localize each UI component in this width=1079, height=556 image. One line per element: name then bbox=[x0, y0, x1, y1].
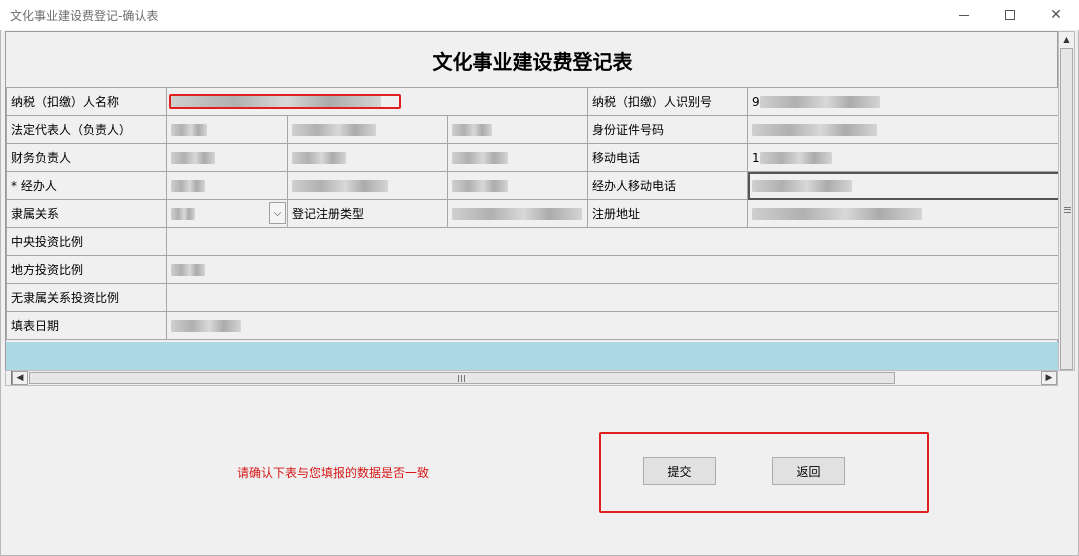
fill-date-value[interactable] bbox=[166, 311, 1060, 340]
row-label: * 经办人 bbox=[6, 171, 167, 200]
table-row: 填表日期 bbox=[6, 311, 1060, 340]
legal-rep-value[interactable] bbox=[166, 115, 288, 144]
table-row: 无隶属关系投资比例 bbox=[6, 283, 1060, 312]
vertical-scroll-thumb[interactable] bbox=[1060, 48, 1073, 370]
horizontal-scrollbar[interactable]: ◀ ▶ bbox=[5, 370, 1058, 386]
row-label: 纳税（扣缴）人识别号 bbox=[587, 87, 748, 116]
unaffiliated-investment-value[interactable] bbox=[166, 283, 1060, 312]
scroll-up-icon[interactable]: ▲ bbox=[1059, 32, 1074, 47]
title-bar: 文化事业建设费登记-确认表 ✕ bbox=[0, 0, 1079, 30]
empty-row-band bbox=[6, 342, 1059, 371]
row-label: 法定代表人（负责人） bbox=[6, 115, 167, 144]
window-client-area: 文化事业建设费登记表 纳税（扣缴）人名称 纳税（扣缴）人识别号 9 法定代表人（… bbox=[0, 30, 1079, 556]
scroll-left-icon[interactable]: ◀ bbox=[12, 371, 28, 385]
handler-value-2[interactable] bbox=[287, 171, 448, 200]
address-value[interactable] bbox=[747, 199, 1060, 228]
row-label: 登记注册类型 bbox=[287, 199, 448, 228]
affiliation-select[interactable]: ⌵ bbox=[166, 199, 288, 228]
back-button[interactable]: 返回 bbox=[772, 457, 845, 485]
row-label: 地方投资比例 bbox=[6, 255, 167, 284]
maximize-icon[interactable] bbox=[987, 0, 1033, 30]
finance-head-value-3[interactable] bbox=[447, 143, 588, 172]
row-label: 中央投资比例 bbox=[6, 227, 167, 256]
row-label: 身份证件号码 bbox=[587, 115, 748, 144]
vertical-scrollbar[interactable]: ▲ bbox=[1058, 31, 1075, 371]
horizontal-scroll-thumb[interactable] bbox=[29, 372, 895, 384]
handler-value[interactable] bbox=[166, 171, 288, 200]
handler-value-3[interactable] bbox=[447, 171, 588, 200]
table-row: * 经办人 经办人移动电话 bbox=[6, 171, 1060, 200]
id-number-value[interactable] bbox=[747, 115, 1060, 144]
row-label: 隶属关系 bbox=[6, 199, 167, 228]
form-title: 文化事业建设费登记表 bbox=[432, 50, 633, 74]
table-row: 隶属关系 ⌵ 登记注册类型 注册地址 bbox=[6, 199, 1060, 228]
legal-rep-value-2[interactable] bbox=[287, 115, 448, 144]
table-row: 地方投资比例 bbox=[6, 255, 1060, 284]
submit-button[interactable]: 提交 bbox=[643, 457, 716, 485]
row-label: 注册地址 bbox=[587, 199, 748, 228]
window-title: 文化事业建设费登记-确认表 bbox=[10, 9, 159, 23]
row-label: 移动电话 bbox=[587, 143, 748, 172]
table-row: 财务负责人 移动电话 1 bbox=[6, 143, 1060, 172]
minimize-icon[interactable] bbox=[941, 0, 987, 30]
finance-head-value-2[interactable] bbox=[287, 143, 448, 172]
close-icon[interactable]: ✕ bbox=[1033, 0, 1079, 30]
row-label: 纳税（扣缴）人名称 bbox=[6, 87, 167, 116]
row-label: 无隶属关系投资比例 bbox=[6, 283, 167, 312]
confirm-message: 请确认下表与您填报的数据是否一致 bbox=[237, 466, 430, 480]
legal-rep-value-3[interactable] bbox=[447, 115, 588, 144]
chevron-down-icon[interactable]: ⌵ bbox=[269, 202, 286, 224]
name-highlight-frame bbox=[169, 94, 401, 109]
table-row: 中央投资比例 bbox=[6, 227, 1060, 256]
table-row: 法定代表人（负责人） 身份证件号码 bbox=[6, 115, 1060, 144]
finance-head-value[interactable] bbox=[166, 143, 288, 172]
row-label: 财务负责人 bbox=[6, 143, 167, 172]
local-investment-value[interactable] bbox=[166, 255, 1060, 284]
scroll-right-icon[interactable]: ▶ bbox=[1041, 371, 1057, 385]
taxpayer-id-value[interactable]: 9 bbox=[747, 87, 1060, 116]
registration-table: 纳税（扣缴）人名称 纳税（扣缴）人识别号 9 法定代表人（负责人） 身份证件号码… bbox=[6, 87, 1060, 340]
form-grid: 文化事业建设费登记表 纳税（扣缴）人名称 纳税（扣缴）人识别号 9 法定代表人（… bbox=[5, 31, 1060, 371]
row-label: 填表日期 bbox=[6, 311, 167, 340]
registration-type-value[interactable] bbox=[447, 199, 588, 228]
central-investment-value[interactable] bbox=[166, 227, 1060, 256]
handler-mobile-value[interactable] bbox=[747, 171, 1060, 200]
mobile-value[interactable]: 1 bbox=[747, 143, 1060, 172]
table-row: 纳税（扣缴）人名称 纳税（扣缴）人识别号 9 bbox=[6, 87, 1060, 116]
row-label: 经办人移动电话 bbox=[587, 171, 748, 200]
